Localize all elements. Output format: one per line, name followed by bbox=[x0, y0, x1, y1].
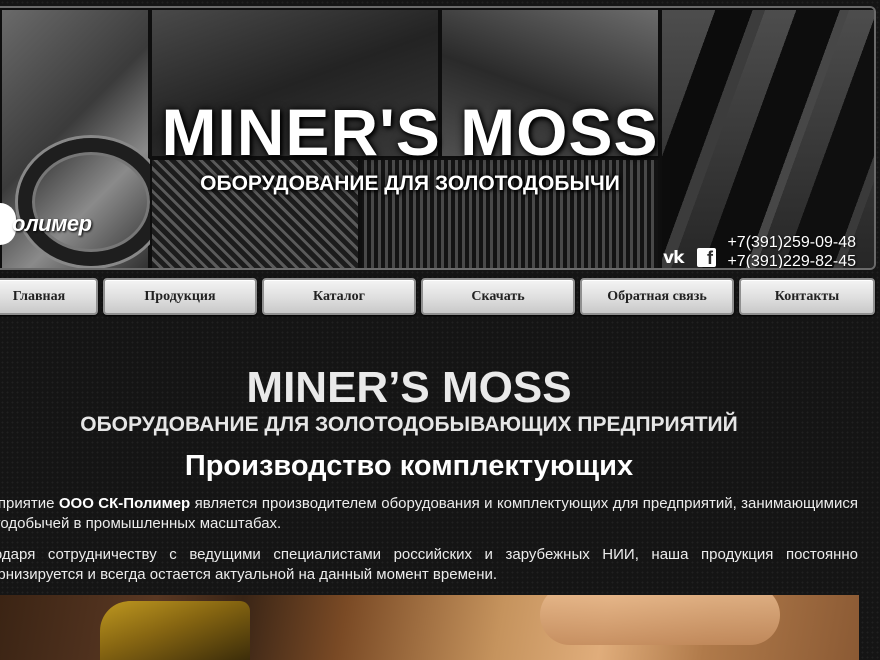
main-nav: Главная Продукция Каталог Скачать Обратн… bbox=[0, 278, 880, 318]
facebook-glyph: f bbox=[707, 248, 713, 268]
header-banner: MINER'S MOSS ОБОРУДОВАНИЕ ДЛЯ ЗОЛОТОДОБЫ… bbox=[0, 6, 876, 270]
nav-item-contacts[interactable]: Контакты bbox=[739, 278, 875, 315]
vk-icon[interactable]: vk bbox=[663, 249, 689, 267]
phone-number-1[interactable]: +7(391)259-09-48 bbox=[727, 233, 856, 252]
intro-text-start: Предприятие bbox=[0, 495, 55, 512]
facebook-icon[interactable]: f bbox=[697, 248, 716, 267]
nav-item-feedback[interactable]: Обратная связь bbox=[580, 278, 734, 315]
photo-hand bbox=[540, 595, 780, 645]
phone-number-2[interactable]: +7(391)229-82-45 bbox=[727, 252, 856, 268]
section-title: Производство комплектующих bbox=[184, 450, 634, 482]
social-links: vk f bbox=[663, 248, 716, 267]
nav-item-download[interactable]: Скачать bbox=[421, 278, 575, 315]
site-subtitle: ОБОРУДОВАНИЕ ДЛЯ ЗОЛОТОДОБЫЧИ bbox=[200, 172, 620, 195]
nav-item-products[interactable]: Продукция bbox=[103, 278, 257, 315]
company-name: ООО СК-Полимер bbox=[58, 495, 191, 512]
content-photo-mining bbox=[0, 595, 859, 660]
company-logo[interactable]: олимер bbox=[0, 202, 92, 246]
logo-text: олимер bbox=[12, 211, 92, 236]
nav-item-home[interactable]: Главная bbox=[0, 278, 98, 315]
phone-list: +7(391)259-09-48 +7(391)229-82-45 bbox=[727, 233, 856, 268]
page-title: MINER’S MOSS bbox=[246, 363, 572, 412]
intro-paragraph: Предприятие ООО СК-Полимер является прои… bbox=[0, 494, 858, 534]
nav-item-catalog[interactable]: Каталог bbox=[262, 278, 416, 315]
cooperation-paragraph: Благодаря сотрудничеству с ведущими спец… bbox=[0, 546, 858, 583]
page-subtitle: ОБОРУДОВАНИЕ ДЛЯ ЗОЛОТОДОБЫВАЮЩИХ ПРЕДПР… bbox=[80, 413, 738, 436]
photo-excavator bbox=[100, 601, 250, 660]
site-title: MINER'S MOSS bbox=[161, 95, 659, 169]
